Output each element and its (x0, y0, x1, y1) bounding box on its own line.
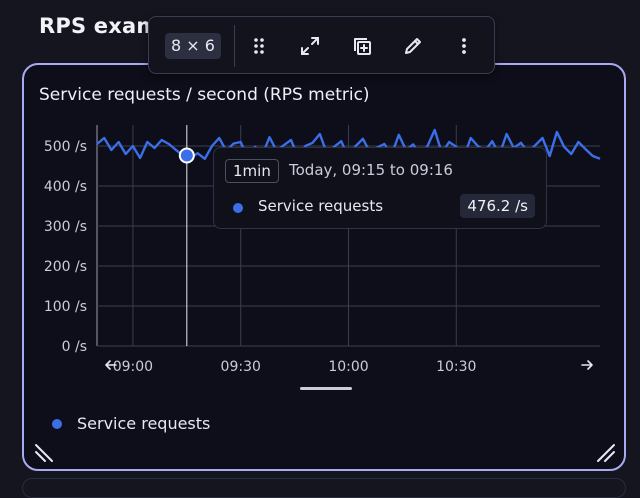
y-tick-label: 500 /s (44, 139, 87, 155)
x-axis-ticks: 09:00 09:30 10:00 10:30 (113, 359, 477, 375)
tooltip-value: 476.2 /s (460, 194, 535, 218)
tile-size-badge[interactable]: 8 × 6 (165, 33, 221, 59)
more-vertical-icon (462, 38, 466, 54)
y-tick-label: 400 /s (44, 179, 87, 195)
duplicate-button[interactable] (346, 30, 378, 62)
edit-icon (405, 38, 421, 54)
y-axis-ticks: 500 /s 400 /s 300 /s 200 /s 100 /s 0 /s (44, 139, 87, 355)
resize-grip-icon (597, 444, 615, 462)
expand-icon (301, 37, 319, 55)
legend-marker (52, 419, 62, 429)
y-tick-label: 300 /s (44, 219, 87, 235)
y-tick-label: 200 /s (44, 259, 87, 275)
y-tick-label: 100 /s (44, 299, 87, 315)
chart-tooltip: 1min Today, 09:15 to 09:16 Service reque… (213, 147, 547, 229)
drag-handle-button[interactable] (243, 30, 275, 62)
next-tile-edge (22, 478, 626, 498)
tooltip-series-name: Service requests (258, 197, 384, 215)
x-tick-label: 09:30 (221, 359, 261, 375)
x-tick-label: 10:30 (436, 359, 476, 375)
hover-point-marker (178, 147, 195, 164)
hover-cursor (178, 125, 195, 346)
resize-handle-bottom-left[interactable] (34, 441, 56, 463)
x-tick-label: 09:00 (113, 359, 153, 375)
duplicate-icon (354, 38, 371, 55)
tooltip-time-range: Today, 09:15 to 09:16 (289, 161, 453, 179)
drag-handle-icon (254, 38, 264, 54)
expand-button[interactable] (294, 30, 326, 62)
resize-grip-icon (35, 444, 53, 462)
chart-scroll-handle[interactable] (300, 387, 352, 390)
edit-button[interactable] (397, 30, 429, 62)
tooltip-interval: 1min (225, 159, 279, 183)
more-options-button[interactable] (448, 30, 480, 62)
tooltip-series-marker (233, 203, 243, 213)
toolbar-divider (234, 25, 235, 67)
resize-handle-bottom-right[interactable] (594, 441, 616, 463)
chart-tile[interactable]: Service requests / second (RPS metric) 5… (22, 63, 626, 471)
x-tick-label: 10:00 (328, 359, 368, 375)
scroll-right-arrow[interactable] (581, 360, 593, 370)
legend-item-service-requests[interactable]: Service requests (77, 414, 210, 433)
page-title: RPS exam (39, 14, 159, 38)
y-tick-label: 0 /s (62, 339, 87, 355)
tile-toolbar: 8 × 6 (148, 16, 495, 74)
